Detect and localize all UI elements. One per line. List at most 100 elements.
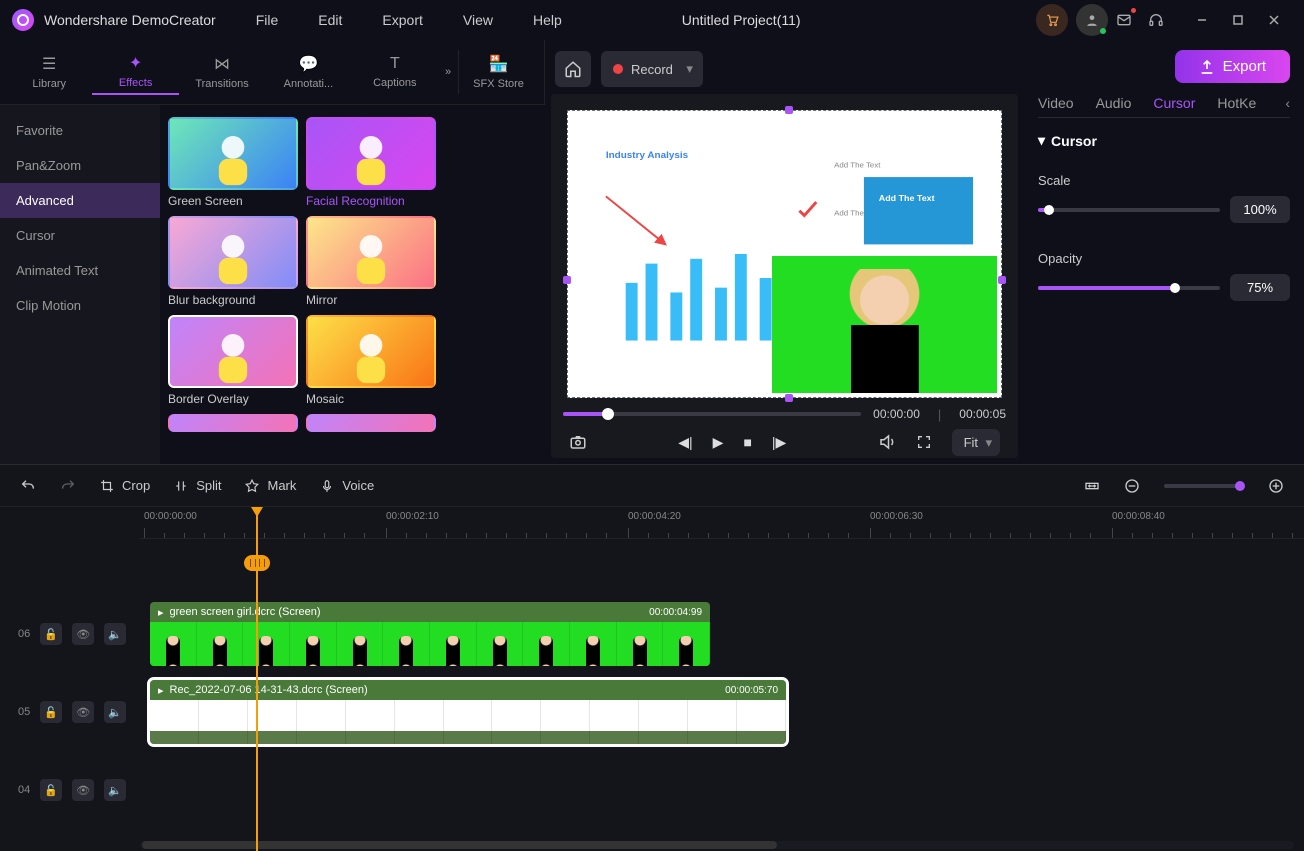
crop-tool[interactable]: Crop xyxy=(100,478,150,493)
ruler-label: 00:00:04:20 xyxy=(628,511,681,522)
record-button[interactable]: Record ▾ xyxy=(601,51,703,87)
mark-tool[interactable]: Mark xyxy=(245,478,296,493)
opacity-value[interactable]: 75% xyxy=(1230,274,1290,301)
zoom-slider[interactable] xyxy=(1164,484,1244,488)
duration-time: 00:00:05 xyxy=(959,407,1006,421)
record-label: Record xyxy=(631,62,673,77)
cursor-section-header[interactable]: ▾ Cursor xyxy=(1038,132,1290,149)
zoom-out-button[interactable] xyxy=(1124,478,1140,494)
prop-tab-audio[interactable]: Audio xyxy=(1096,95,1132,111)
minimize-button[interactable] xyxy=(1184,4,1220,36)
prop-tab-cursor[interactable]: Cursor xyxy=(1153,95,1195,111)
tab-library[interactable]: ☰ Library xyxy=(6,50,92,94)
lock-icon[interactable]: 🔓 xyxy=(40,701,62,723)
tab-effects[interactable]: ✦ Effects xyxy=(92,49,178,95)
export-button[interactable]: Export xyxy=(1175,50,1290,83)
timeline-ruler[interactable]: 00:00:00:0000:00:02:1000:00:04:2000:00:0… xyxy=(140,507,1304,539)
play-button[interactable]: ▶ xyxy=(713,434,724,451)
track-lane[interactable]: ▸green screen girl.dcrc (Screen)00:00:04… xyxy=(140,602,1304,666)
effect-partial[interactable] xyxy=(168,414,298,432)
menu-help[interactable]: Help xyxy=(533,12,562,28)
close-button[interactable] xyxy=(1256,4,1292,36)
effect-mirror[interactable]: Mirror xyxy=(306,216,436,307)
next-frame-button[interactable]: |▶ xyxy=(772,434,786,451)
prev-frame-button[interactable]: ◀| xyxy=(678,434,692,451)
tab-sfx-store[interactable]: 🏪 SFX Store xyxy=(458,50,538,94)
undo-button[interactable] xyxy=(20,478,36,494)
mute-icon[interactable]: 🔈 xyxy=(104,779,126,801)
category-panzoom[interactable]: Pan&Zoom xyxy=(0,148,160,183)
category-animatedtext[interactable]: Animated Text xyxy=(0,253,160,288)
redo-button[interactable] xyxy=(60,478,76,494)
home-button[interactable] xyxy=(555,51,591,87)
prop-tab-hotkey[interactable]: HotKe xyxy=(1217,95,1256,111)
fullscreen-icon[interactable] xyxy=(916,434,932,450)
tab-more[interactable]: » xyxy=(438,62,458,82)
effect-blur-background[interactable]: Blur background xyxy=(168,216,298,307)
track-head: 04🔓👁🔈 xyxy=(0,779,140,801)
preview-canvas-area[interactable]: Industry Analysis Add The Text Add The T… xyxy=(551,94,1018,458)
zoom-in-button[interactable] xyxy=(1268,478,1284,494)
left-panel: ☰ Library ✦ Effects ⋈ Transitions 💬 Anno… xyxy=(0,40,545,464)
track-lane[interactable]: ▸Rec_2022-07-06 14-31-43.dcrc (Screen)00… xyxy=(140,680,1304,744)
volume-icon[interactable] xyxy=(878,433,896,451)
playhead-grip[interactable] xyxy=(244,555,270,571)
clip[interactable]: ▸Rec_2022-07-06 14-31-43.dcrc (Screen)00… xyxy=(150,680,786,744)
category-clipmotion[interactable]: Clip Motion xyxy=(0,288,160,323)
effect-partial[interactable] xyxy=(306,414,436,432)
tab-annotations[interactable]: 💬 Annotati... xyxy=(265,50,351,94)
effect-green-screen[interactable]: Green Screen xyxy=(168,117,298,208)
panel-tabs: ☰ Library ✦ Effects ⋈ Transitions 💬 Anno… xyxy=(0,40,545,105)
fit-select[interactable]: Fit xyxy=(952,429,1000,456)
snapshot-icon[interactable] xyxy=(569,433,587,451)
eye-icon[interactable]: 👁 xyxy=(72,623,94,645)
effect-border-overlay[interactable]: Border Overlay xyxy=(168,315,298,406)
lock-icon[interactable]: 🔓 xyxy=(40,623,62,645)
scale-label: Scale xyxy=(1038,173,1098,188)
menu-file[interactable]: File xyxy=(256,12,279,28)
opacity-slider[interactable] xyxy=(1038,286,1220,290)
headset-icon[interactable] xyxy=(1140,4,1172,36)
tab-transitions[interactable]: ⋈ Transitions xyxy=(179,50,265,94)
opacity-label: Opacity xyxy=(1038,251,1098,266)
mail-icon[interactable] xyxy=(1108,4,1140,36)
mute-icon[interactable]: 🔈 xyxy=(104,701,126,723)
maximize-button[interactable] xyxy=(1220,4,1256,36)
category-cursor[interactable]: Cursor xyxy=(0,218,160,253)
scale-value[interactable]: 100% xyxy=(1230,196,1290,223)
scale-slider[interactable] xyxy=(1038,208,1220,212)
category-favorite[interactable]: Favorite xyxy=(0,113,160,148)
timeline-hscrollbar[interactable] xyxy=(140,841,1294,849)
prop-tabs-prev[interactable]: ‹ xyxy=(1285,95,1290,111)
playhead[interactable] xyxy=(256,507,258,851)
category-advanced[interactable]: Advanced xyxy=(0,183,160,218)
eye-icon[interactable]: 👁 xyxy=(72,779,94,801)
split-tool[interactable]: Split xyxy=(174,478,221,493)
effects-icon: ✦ xyxy=(129,53,142,73)
fit-timeline-button[interactable] xyxy=(1084,478,1100,494)
menu-export[interactable]: Export xyxy=(382,12,422,28)
preview-scrubber[interactable] xyxy=(563,412,861,416)
mute-icon[interactable]: 🔈 xyxy=(104,623,126,645)
library-icon: ☰ xyxy=(42,54,56,74)
menu-edit[interactable]: Edit xyxy=(318,12,342,28)
cart-icon[interactable] xyxy=(1036,4,1068,36)
track-06: 06🔓👁🔈▸green screen girl.dcrc (Screen)00:… xyxy=(0,595,1304,673)
track-head: 06🔓👁🔈 xyxy=(0,623,140,645)
stop-button[interactable]: ■ xyxy=(743,434,751,450)
track-head: 05🔓👁🔈 xyxy=(0,701,140,723)
effect-mosaic[interactable]: Mosaic xyxy=(306,315,436,406)
prop-tab-video[interactable]: Video xyxy=(1038,95,1074,111)
clip[interactable]: ▸green screen girl.dcrc (Screen)00:00:04… xyxy=(150,602,710,666)
track-04: 04🔓👁🔈 xyxy=(0,751,1304,829)
voice-tool[interactable]: Voice xyxy=(320,478,374,493)
effect-facial-recognition[interactable]: Facial Recognition xyxy=(306,117,436,208)
tab-captions[interactable]: T Captions xyxy=(352,51,438,93)
lock-icon[interactable]: 🔓 xyxy=(40,779,62,801)
eye-icon[interactable]: 👁 xyxy=(72,701,94,723)
menu-view[interactable]: View xyxy=(463,12,493,28)
track-lane[interactable] xyxy=(140,758,1304,822)
user-icon[interactable] xyxy=(1076,4,1108,36)
track-05: 05🔓👁🔈▸Rec_2022-07-06 14-31-43.dcrc (Scre… xyxy=(0,673,1304,751)
timeline-body[interactable]: 00:00:00:0000:00:02:1000:00:04:2000:00:0… xyxy=(0,507,1304,851)
